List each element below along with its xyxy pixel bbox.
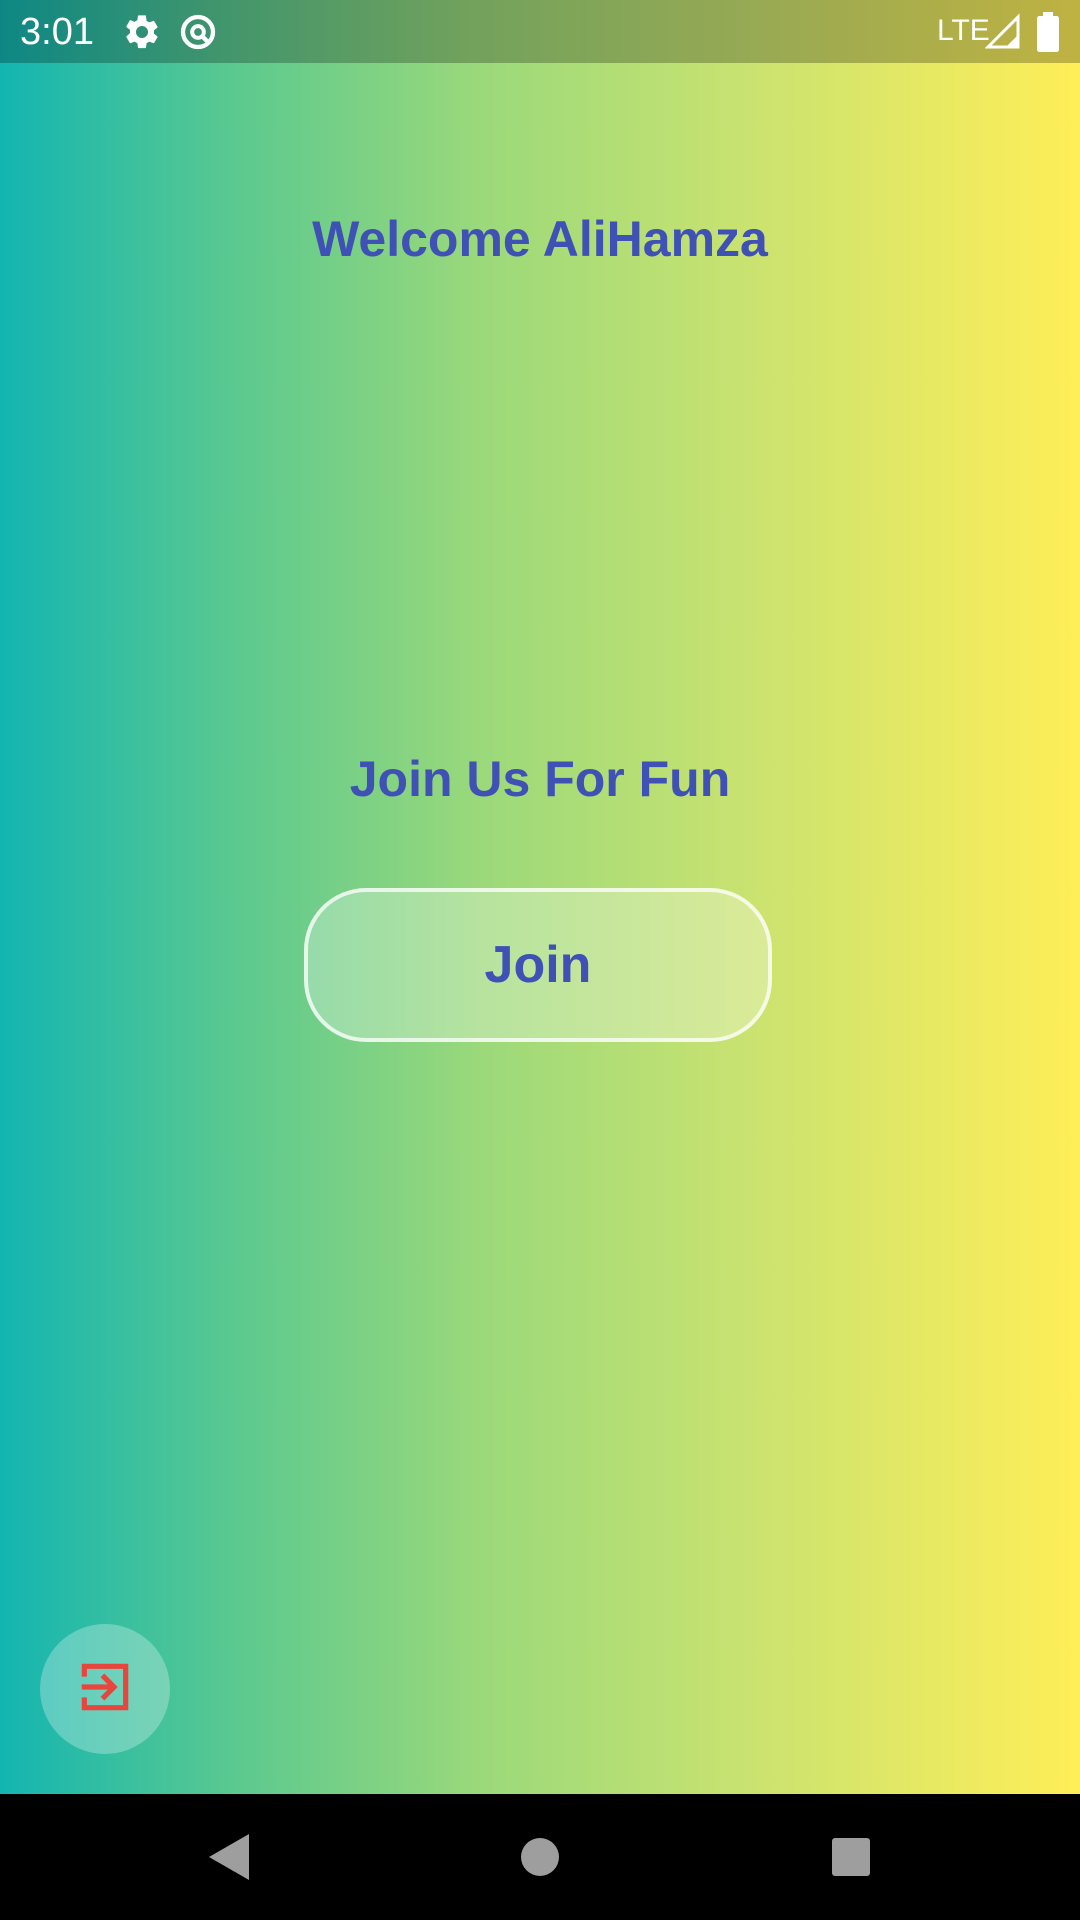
back-icon[interactable] xyxy=(193,1822,263,1892)
battery-icon xyxy=(1036,12,1060,52)
status-bar: 3:01 LTE xyxy=(0,0,1080,63)
join-button[interactable]: Join xyxy=(304,888,772,1042)
home-icon[interactable] xyxy=(505,1822,575,1892)
network-type: LTE xyxy=(937,14,990,47)
gear-icon xyxy=(122,12,162,52)
recents-icon[interactable] xyxy=(816,1822,886,1892)
tagline-heading: Join Us For Fun xyxy=(349,751,731,807)
navigation-bar xyxy=(0,1794,1080,1920)
join-button-label: Join xyxy=(484,936,592,994)
exit-to-app-icon xyxy=(74,1656,136,1723)
logout-button[interactable] xyxy=(40,1624,170,1754)
data-saver-icon xyxy=(178,12,218,52)
welcome-heading: Welcome AliHamza xyxy=(312,211,768,267)
status-time: 3:01 xyxy=(20,11,94,53)
app-screen: 3:01 LTE Welcome AliHamza Join Us For Fu… xyxy=(0,0,1080,1920)
signal-icon xyxy=(984,12,1025,52)
